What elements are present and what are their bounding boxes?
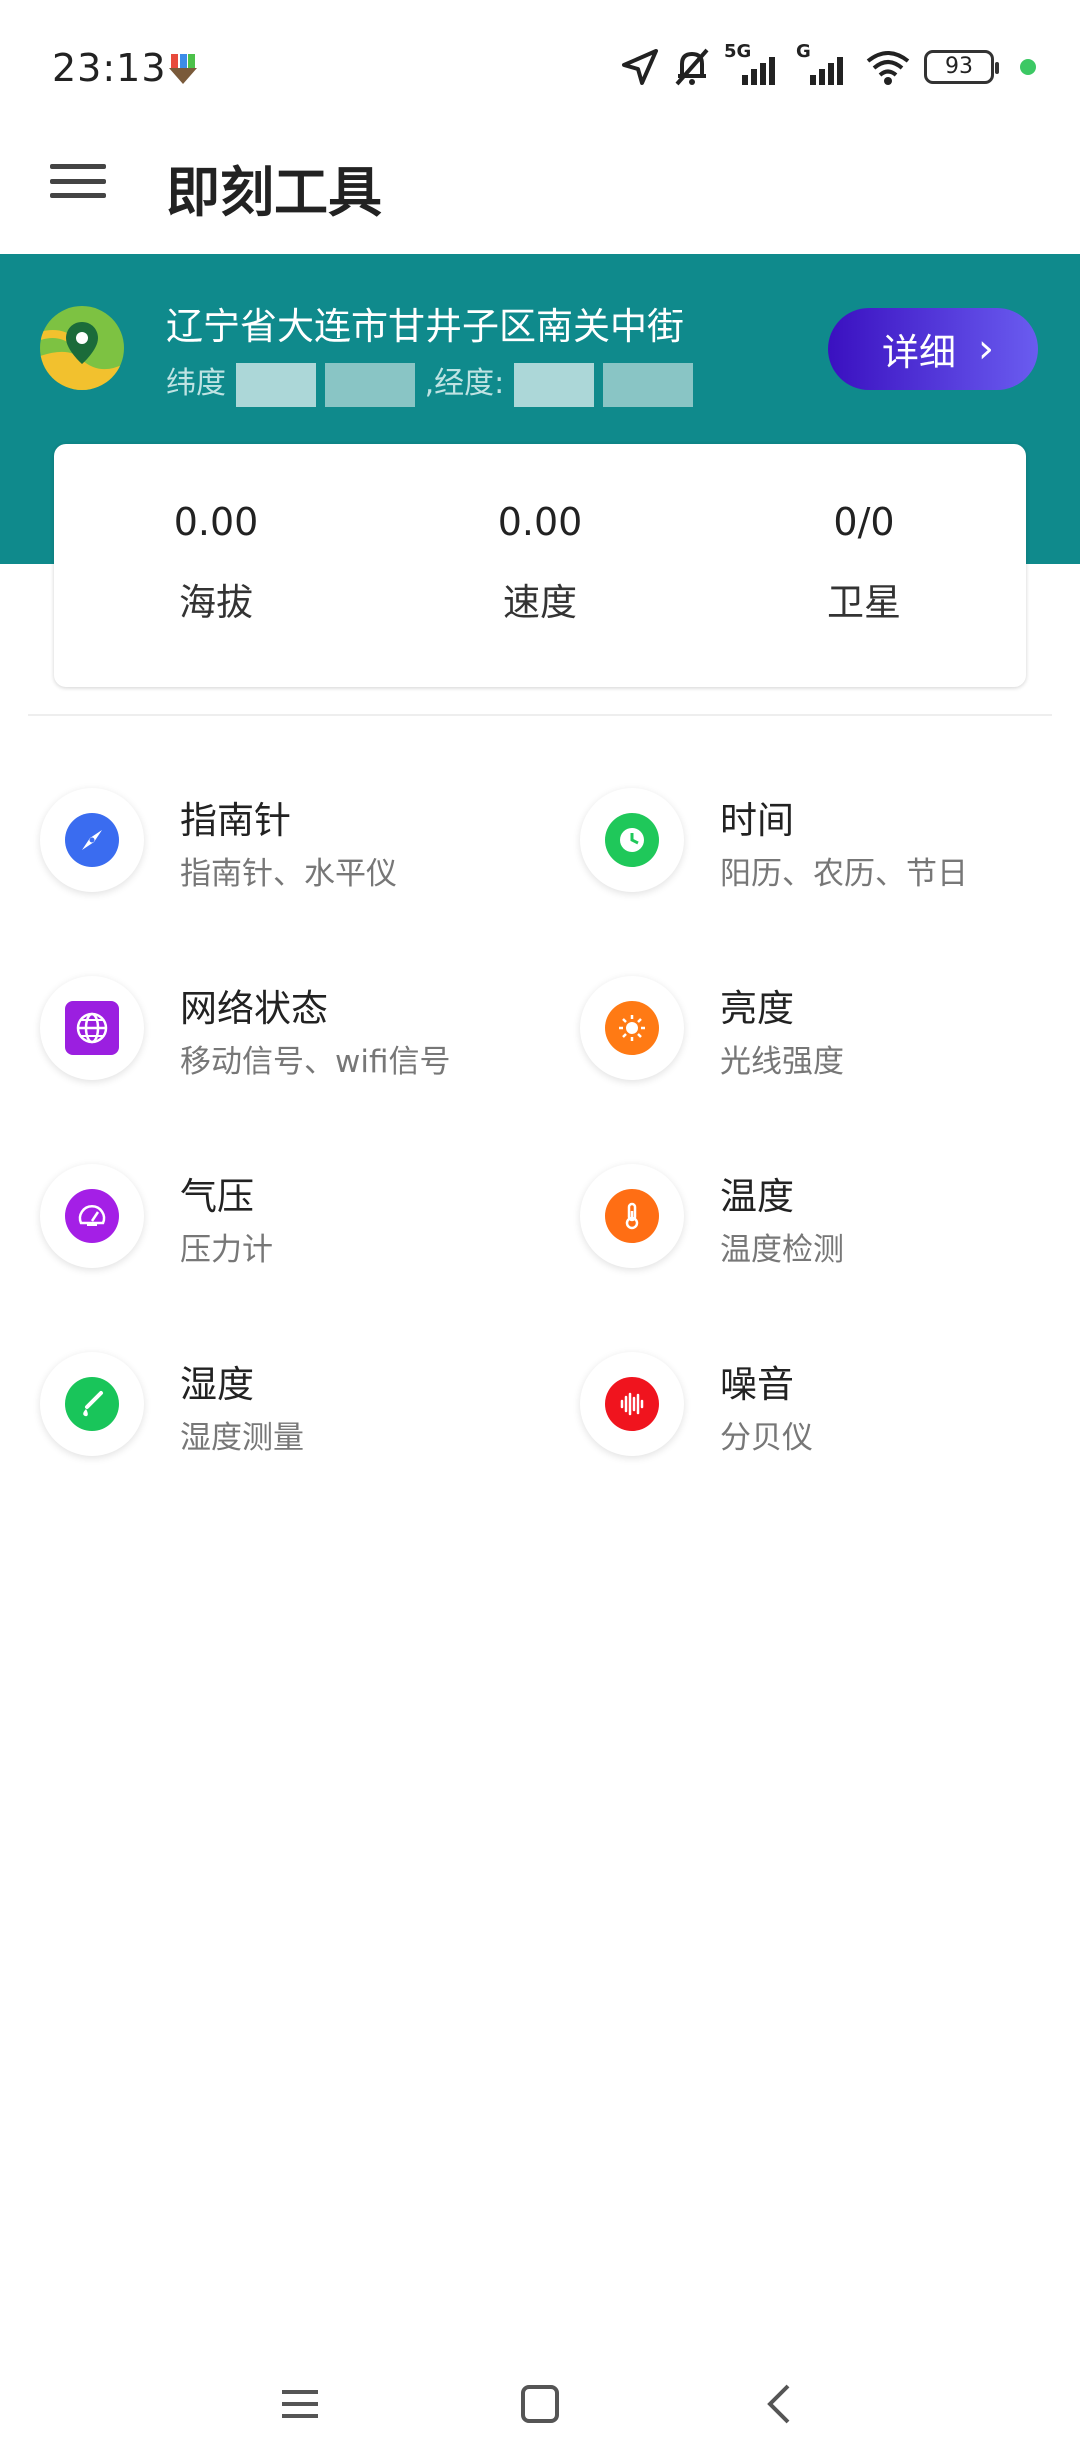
tool-subtitle: 分贝仪 xyxy=(720,1420,813,1456)
page-title: 即刻工具 xyxy=(166,161,382,224)
tool-network[interactable]: 网络状态 移动信号、wifi信号 xyxy=(40,968,540,1088)
status-icons: 5G G 93 xyxy=(620,41,1036,90)
tool-title: 噪音 xyxy=(720,1363,794,1406)
redacted-latitude-2 xyxy=(325,362,416,407)
humidity-icon-badge xyxy=(40,1352,144,1456)
globe-icon-badge xyxy=(40,976,144,1080)
stat-label: 海拔 xyxy=(179,581,253,624)
system-nav-bar xyxy=(0,2340,1080,2460)
sun-icon-badge xyxy=(580,976,684,1080)
redacted-latitude xyxy=(235,362,316,407)
location-coordinates: 纬度 ,经度: xyxy=(166,358,694,407)
redacted-longitude xyxy=(513,362,594,407)
stat-speed: 0.00 速度 xyxy=(378,444,702,687)
privacy-indicator-dot xyxy=(1020,59,1036,75)
battery-icon: 93 xyxy=(924,50,999,84)
divider xyxy=(28,714,1052,716)
app-bar: 即刻工具 xyxy=(0,140,1080,254)
gauge-icon-badge xyxy=(40,1164,144,1268)
sound-wave-icon-badge xyxy=(580,1352,684,1456)
app-download-icon xyxy=(169,54,197,84)
sound-wave-icon xyxy=(605,1377,659,1431)
stat-value: 0.00 xyxy=(173,500,259,544)
tool-noise[interactable]: 噪音 分贝仪 xyxy=(580,1344,1080,1464)
signal-5g-icon: 5G xyxy=(724,41,784,87)
compass-icon xyxy=(65,813,119,867)
tool-brightness[interactable]: 亮度 光线强度 xyxy=(580,968,1080,1088)
tool-title: 网络状态 xyxy=(180,987,328,1030)
clock-icon-badge xyxy=(580,788,684,892)
signal-g-icon: G xyxy=(796,41,852,87)
tool-subtitle: 光线强度 xyxy=(720,1044,844,1080)
bell-off-icon xyxy=(675,48,709,86)
chevron-right-icon: › xyxy=(978,326,994,372)
tool-temperature[interactable]: 温度 温度检测 xyxy=(580,1156,1080,1276)
stat-altitude: 0.00 海拔 xyxy=(54,444,378,687)
stats-card: 0.00 海拔 0.00 速度 0/0 卫星 xyxy=(54,444,1026,687)
wifi-icon xyxy=(866,51,910,85)
hamburger-menu-icon[interactable] xyxy=(50,158,106,204)
stat-label: 卫星 xyxy=(827,581,901,624)
globe-icon xyxy=(65,1001,119,1055)
tool-title: 时间 xyxy=(720,799,794,842)
thermometer-icon-badge xyxy=(580,1164,684,1268)
tool-subtitle: 移动信号、wifi信号 xyxy=(180,1044,451,1080)
compass-icon-badge xyxy=(40,788,144,892)
tool-compass[interactable]: 指南针 指南针、水平仪 xyxy=(40,780,540,900)
tool-title: 温度 xyxy=(720,1175,794,1218)
status-time: 23:13 xyxy=(52,46,167,90)
latitude-label: 纬度 xyxy=(166,366,226,401)
back-icon[interactable] xyxy=(750,2374,810,2434)
tool-humidity[interactable]: 湿度 湿度测量 xyxy=(40,1344,540,1464)
home-icon[interactable] xyxy=(510,2374,570,2434)
stat-satellite: 0/0 卫星 xyxy=(702,444,1026,687)
stat-label: 速度 xyxy=(503,581,577,624)
gauge-icon xyxy=(65,1189,119,1243)
humidity-icon xyxy=(65,1377,119,1431)
detail-button-label: 详细 xyxy=(882,331,956,374)
tool-title: 亮度 xyxy=(720,987,794,1030)
redacted-longitude-2 xyxy=(603,362,694,407)
status-bar: 23:13 5G G 93 xyxy=(0,0,1080,140)
location-address: 辽宁省大连市甘井子区南关中街 xyxy=(166,305,684,348)
map-location-icon xyxy=(40,306,124,390)
longitude-label: ,经度: xyxy=(424,366,505,401)
clock-icon xyxy=(605,813,659,867)
tool-title: 指南针 xyxy=(180,799,291,842)
tool-pressure[interactable]: 气压 压力计 xyxy=(40,1156,540,1276)
tool-time[interactable]: 时间 阳历、农历、节日 xyxy=(580,780,1080,900)
sun-icon xyxy=(605,1001,659,1055)
stat-value: 0/0 xyxy=(833,500,895,544)
detail-button[interactable]: 详细 › xyxy=(828,308,1038,390)
recent-apps-icon[interactable] xyxy=(270,2374,330,2434)
tool-subtitle: 阳历、农历、节日 xyxy=(720,856,968,892)
location-arrow-icon xyxy=(622,49,658,85)
tool-subtitle: 温度检测 xyxy=(720,1232,844,1268)
tool-title: 气压 xyxy=(180,1175,254,1218)
tool-subtitle: 指南针、水平仪 xyxy=(180,856,397,892)
stat-value: 0.00 xyxy=(497,500,583,544)
tool-subtitle: 压力计 xyxy=(180,1232,273,1268)
thermometer-icon xyxy=(605,1189,659,1243)
tool-subtitle: 湿度测量 xyxy=(180,1420,304,1456)
tool-title: 湿度 xyxy=(180,1363,254,1406)
